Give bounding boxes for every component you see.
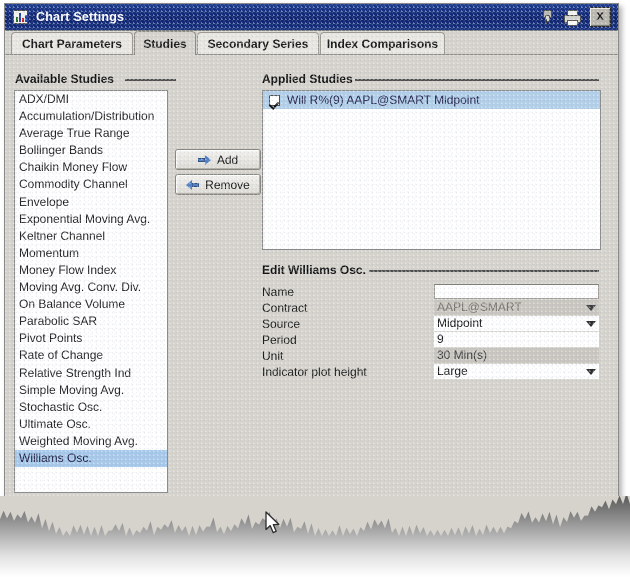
plot-height-select-value: Large	[437, 364, 468, 378]
source-select-value: Midpoint	[437, 316, 483, 330]
name-field[interactable]	[434, 284, 599, 299]
arrow-right-icon	[197, 154, 211, 165]
tab-strip: Chart Parameters Studies Secondary Serie…	[5, 30, 618, 55]
available-study-item[interactable]: Accumulation/Distribution	[15, 108, 167, 125]
plot-height-select[interactable]: Large	[434, 364, 599, 379]
chart-settings-window: Chart Settings X Chart Parameters Studie…	[4, 3, 619, 545]
tab-index-comparisons[interactable]: Index Comparisons	[320, 32, 445, 54]
tab-chart-parameters[interactable]: Chart Parameters	[11, 32, 133, 54]
unit-field-label: Unit	[262, 349, 284, 363]
available-studies-rule	[125, 79, 176, 81]
period-field-label: Period	[262, 333, 297, 347]
title-bar[interactable]: Chart Settings X	[5, 4, 618, 31]
remove-button-label: Remove	[205, 177, 250, 192]
applied-study-row[interactable]: Will R%(9) AAPL@SMART Midpoint	[263, 91, 600, 109]
unit-field-value: 30 Min(s)	[437, 348, 488, 362]
tab-secondary-series[interactable]: Secondary Series	[197, 32, 319, 54]
applied-study-label: Will R%(9) AAPL@SMART Midpoint	[287, 93, 480, 107]
edit-panel-label: Edit Williams Osc.	[262, 263, 366, 277]
available-study-item[interactable]: Momentum	[15, 245, 167, 262]
window-title: Chart Settings	[36, 10, 125, 24]
chevron-down-icon	[586, 369, 596, 375]
applied-study-checkbox[interactable]	[269, 94, 280, 106]
pin-icon[interactable]	[540, 9, 554, 25]
chart-icon	[13, 10, 28, 24]
available-study-item[interactable]: Ultimate Osc.	[15, 416, 167, 433]
source-select[interactable]: Midpoint	[434, 316, 599, 331]
period-field[interactable]: 9	[434, 332, 599, 347]
source-select-label: Source	[262, 317, 301, 331]
available-study-item[interactable]: On Balance Volume	[15, 296, 167, 313]
available-study-item[interactable]: Simple Moving Avg.	[15, 382, 167, 399]
studies-tab-panel: Available Studies ADX/DMI Accumulation/Di…	[5, 54, 618, 544]
applied-studies-label: Applied Studies	[262, 72, 353, 86]
available-study-item[interactable]: Exponential Moving Avg.	[15, 211, 167, 228]
contract-select: AAPL@SMART	[434, 300, 599, 315]
printer-icon[interactable]	[563, 9, 581, 26]
available-study-item[interactable]: Average True Range	[15, 125, 167, 142]
chevron-down-icon	[586, 321, 596, 327]
available-studies-list[interactable]: ADX/DMI Accumulation/Distribution Average …	[14, 90, 168, 493]
titlebar-buttons: X	[540, 7, 618, 27]
add-button[interactable]: Add	[175, 149, 261, 170]
remove-button[interactable]: Remove	[175, 174, 261, 195]
available-study-item[interactable]: Parabolic SAR	[15, 313, 167, 330]
arrow-left-icon	[186, 179, 200, 190]
tab-studies[interactable]: Studies	[134, 31, 196, 55]
available-study-item[interactable]: ADX/DMI	[15, 91, 167, 108]
contract-select-value: AAPL@SMART	[437, 300, 522, 314]
available-study-item[interactable]: Commodity Channel	[15, 176, 167, 193]
close-icon[interactable]: X	[589, 7, 611, 27]
available-study-item[interactable]: Stochastic Osc.	[15, 399, 167, 416]
add-button-label: Add	[216, 152, 239, 167]
available-study-item[interactable]: Bollinger Bands	[15, 142, 167, 159]
available-study-item[interactable]: Moving Avg. Conv. Div.	[15, 279, 167, 296]
period-field-value: 9	[437, 332, 444, 346]
available-study-item[interactable]: Relative Strength Ind	[15, 365, 167, 382]
applied-studies-rule	[355, 79, 599, 81]
available-study-item[interactable]: Pivot Points	[15, 330, 167, 347]
applied-studies-list[interactable]: Will R%(9) AAPL@SMART Midpoint	[262, 90, 601, 250]
name-field-label: Name	[262, 285, 295, 299]
available-study-item[interactable]: Envelope	[15, 194, 167, 211]
available-study-item[interactable]: Chaikin Money Flow	[15, 159, 167, 176]
available-studies-label: Available Studies	[15, 72, 114, 86]
available-study-item[interactable]: Weighted Moving Avg.	[15, 433, 167, 450]
available-study-item[interactable]: Williams Osc.	[15, 449, 167, 468]
plot-height-select-label: Indicator plot height	[262, 365, 367, 379]
available-study-item[interactable]: Money Flow Index	[15, 262, 167, 279]
edit-panel-rule	[369, 270, 599, 272]
unit-field: 30 Min(s)	[434, 348, 599, 363]
available-study-item[interactable]: Keltner Channel	[15, 228, 167, 245]
available-study-item[interactable]: Rate of Change	[15, 347, 167, 364]
chevron-down-icon	[586, 305, 596, 311]
torn-paper-edge	[0, 496, 630, 577]
contract-select-label: Contract	[262, 301, 308, 315]
